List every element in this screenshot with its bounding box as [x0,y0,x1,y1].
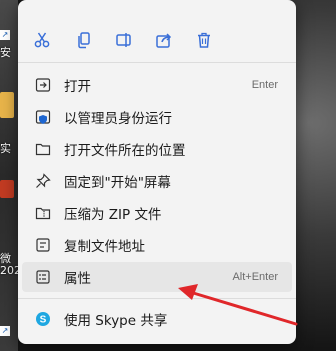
menu-item-label: 固定到"开始"屏幕 [64,175,171,191]
menu-item-shortcut: Alt+Enter [232,271,278,283]
menu-divider [18,298,296,299]
context-menu-toolbar [18,20,296,60]
share-button[interactable] [150,26,178,54]
cut-button[interactable] [28,26,56,54]
folder-icon [34,140,52,158]
copy-icon [78,32,90,49]
menu-item-label: 压缩为 ZIP 文件 [64,207,162,223]
menu-item-label: 属性 [64,271,91,287]
zip-icon [34,204,52,222]
desktop-label-1: 安 [0,46,11,59]
context-menu: 打开 Enter 以管理员身份运行 打开文件所在的位置 固定到"开始"屏幕 压缩… [18,0,296,344]
menu-item-run-as-admin[interactable]: 以管理员身份运行 [22,102,292,132]
menu-item-copy-path[interactable]: 复制文件地址 [22,230,292,260]
rename-icon [116,33,131,47]
menu-item-share-skype[interactable]: S 使用 Skype 共享 [22,304,292,334]
desktop-app-icon[interactable] [0,180,14,198]
menu-item-properties[interactable]: 属性 Alt+Enter [22,262,292,292]
share-icon [156,33,172,48]
menu-item-pin-to-start[interactable]: 固定到"开始"屏幕 [22,166,292,196]
pin-icon [34,172,52,190]
skype-icon: S [34,310,52,328]
admin-shield-icon [34,108,52,126]
svg-text:S: S [40,315,47,326]
menu-item-shortcut: Enter [251,79,278,91]
delete-icon [198,32,210,48]
delete-button[interactable] [190,26,218,54]
menu-item-label: 使用 Skype 共享 [64,313,168,329]
copy-path-icon [34,236,52,254]
menu-item-open[interactable]: 打开 Enter [22,70,292,100]
copy-button[interactable] [70,26,98,54]
menu-item-label: 打开 [64,79,91,95]
desktop-label-2: 实 [0,142,11,155]
menu-item-label: 以管理员身份运行 [64,111,172,127]
open-icon [34,76,52,94]
menu-item-open-location[interactable]: 打开文件所在的位置 [22,134,292,164]
menu-divider [18,62,296,63]
properties-icon [34,268,52,286]
menu-item-compress-zip[interactable]: 压缩为 ZIP 文件 [22,198,292,228]
cut-icon [34,32,50,48]
desktop-folder-icon[interactable] [0,92,14,118]
shortcut-arrow-icon: ↗ [0,30,10,40]
shortcut-arrow-icon: ↗ [0,326,10,336]
menu-item-label: 打开文件所在的位置 [64,143,186,159]
menu-item-label: 复制文件地址 [64,239,145,255]
rename-button[interactable] [110,26,138,54]
